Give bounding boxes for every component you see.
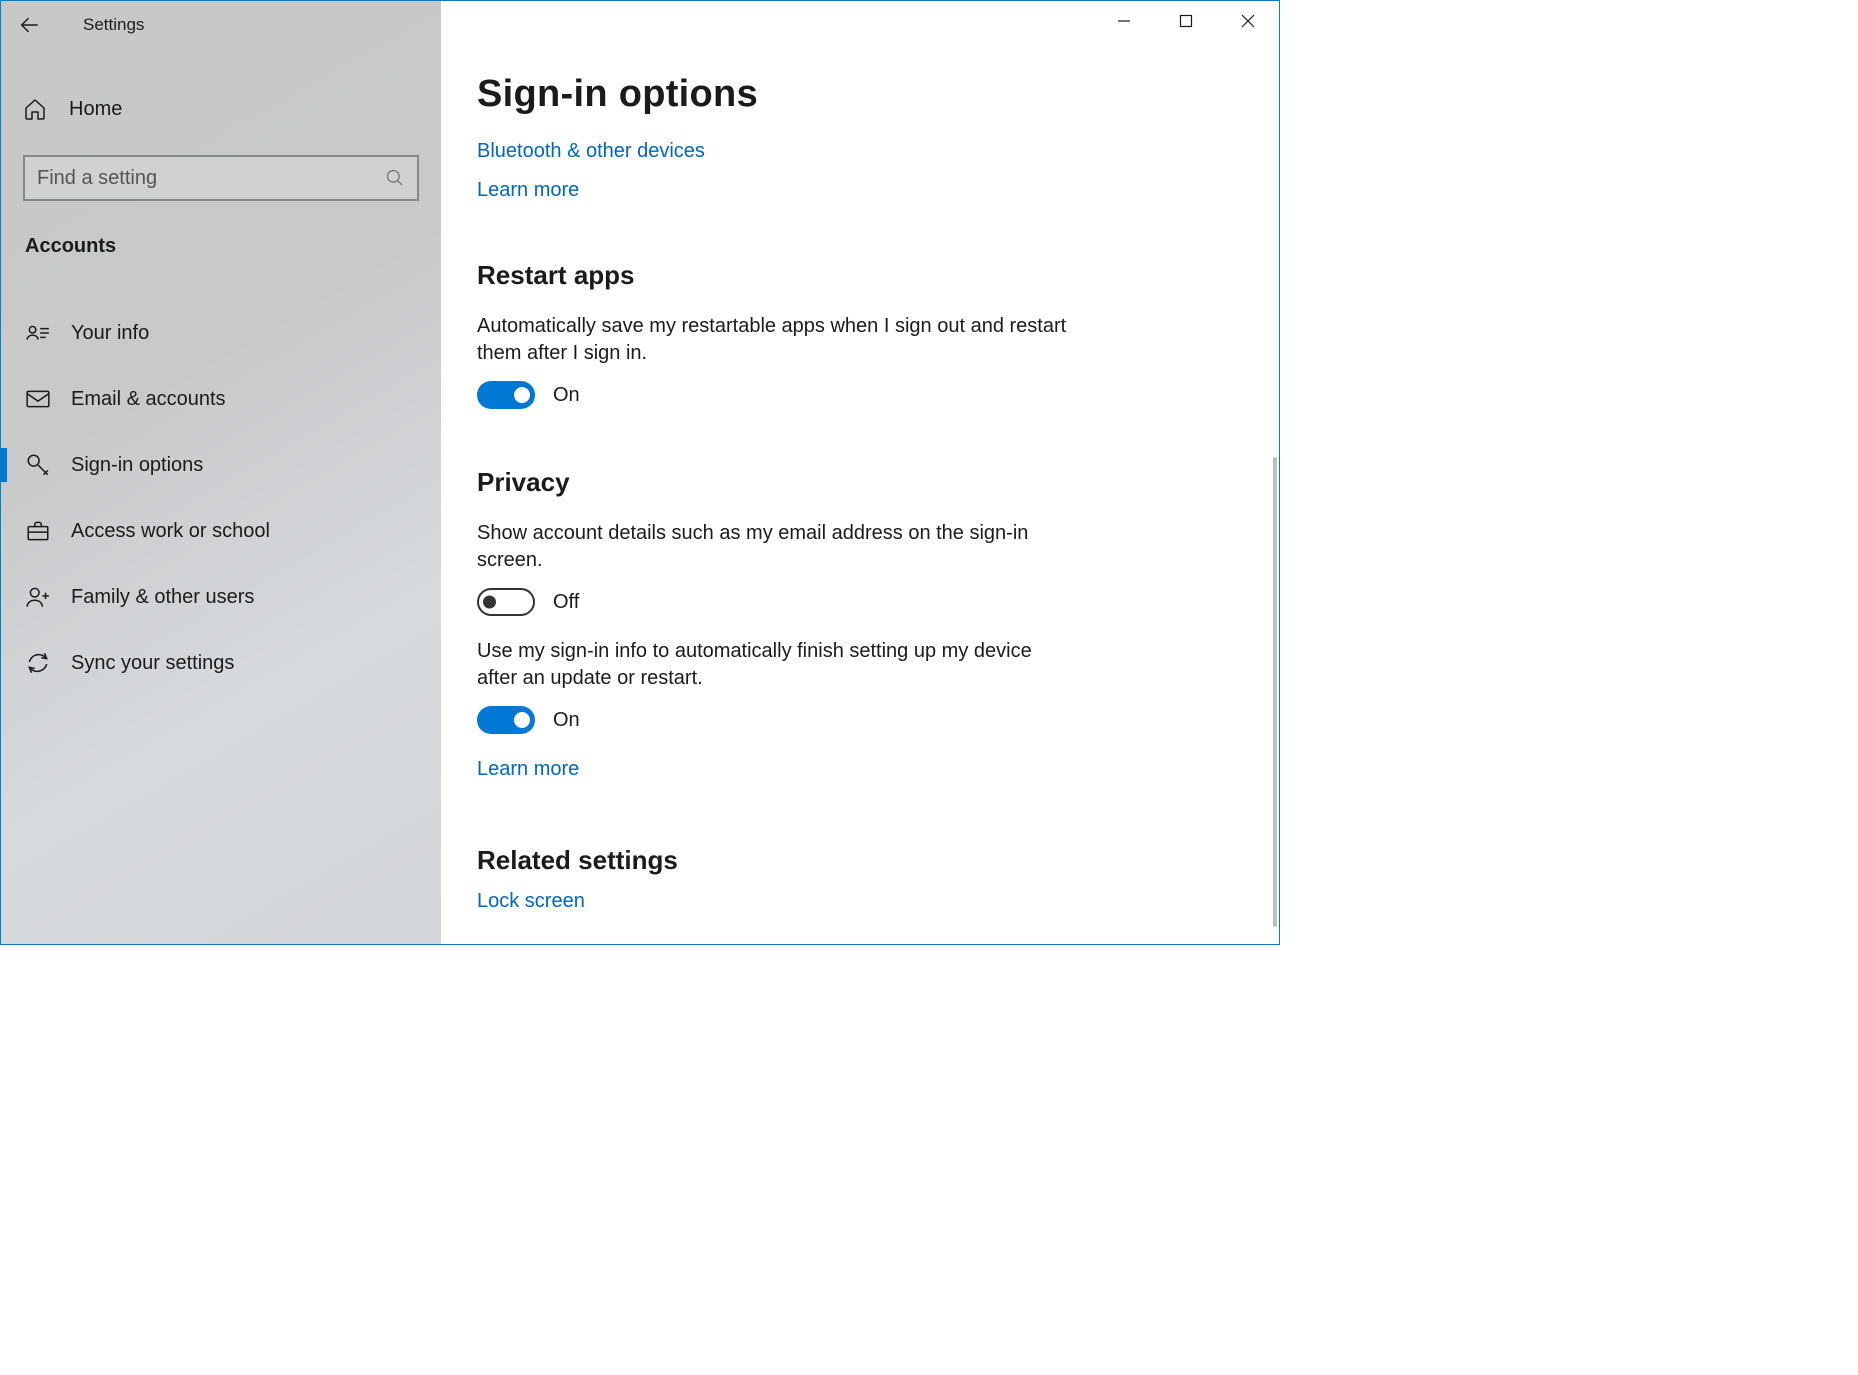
link-learn-more-top[interactable]: Learn more	[477, 179, 579, 202]
scrollbar-thumb[interactable]	[1273, 457, 1277, 927]
toggle-knob	[514, 387, 530, 403]
nav-label: Email & accounts	[71, 388, 226, 411]
toggle-finish-setup[interactable]	[477, 706, 535, 734]
sidebar-home[interactable]: Home	[1, 77, 441, 141]
section-privacy: Privacy	[477, 467, 1233, 498]
home-icon	[23, 97, 47, 121]
key-icon	[25, 452, 51, 478]
toggle-row-restart-apps: On	[477, 381, 1233, 409]
nav-label: Sync your settings	[71, 652, 234, 675]
toggle-row-finish-setup: On	[477, 706, 1233, 734]
settings-window: Settings Home Find a setting Accounts	[0, 0, 1280, 945]
privacy-desc-2: Use my sign-in info to automatically fin…	[477, 638, 1077, 692]
nav-label: Access work or school	[71, 520, 270, 543]
home-label: Home	[69, 98, 122, 121]
privacy-desc-1: Show account details such as my email ad…	[477, 520, 1077, 574]
sidebar-item-access-work-school[interactable]: Access work or school	[1, 498, 441, 564]
sidebar: Settings Home Find a setting Accounts	[1, 1, 441, 944]
search-input[interactable]: Find a setting	[23, 155, 419, 201]
titlebar-left: Settings	[1, 1, 441, 49]
nav-label: Family & other users	[71, 586, 254, 609]
sidebar-category: Accounts	[25, 235, 441, 258]
app-title: Settings	[83, 15, 144, 35]
nav-label: Sign-in options	[71, 454, 203, 477]
section-restart-apps: Restart apps	[477, 260, 1233, 291]
people-add-icon	[25, 584, 51, 610]
person-card-icon	[25, 320, 51, 346]
toggle-state-label: Off	[553, 591, 579, 614]
sidebar-item-your-info[interactable]: Your info	[1, 300, 441, 366]
page-title: Sign-in options	[477, 73, 1233, 116]
toggle-state-label: On	[553, 709, 580, 732]
search-icon	[385, 168, 405, 188]
mail-icon	[25, 386, 51, 412]
sidebar-item-sync-settings[interactable]: Sync your settings	[1, 630, 441, 696]
search-placeholder: Find a setting	[37, 167, 385, 190]
toggle-knob	[514, 712, 530, 728]
section-related-settings: Related settings	[477, 845, 1233, 876]
back-arrow-icon	[18, 14, 40, 36]
sidebar-item-email-accounts[interactable]: Email & accounts	[1, 366, 441, 432]
sidebar-item-family-users[interactable]: Family & other users	[1, 564, 441, 630]
link-lock-screen[interactable]: Lock screen	[477, 890, 585, 913]
toggle-knob	[483, 596, 496, 609]
link-bluetooth-devices[interactable]: Bluetooth & other devices	[477, 140, 705, 163]
nav-label: Your info	[71, 322, 149, 345]
toggle-row-show-account-details: Off	[477, 588, 1233, 616]
sync-icon	[25, 650, 51, 676]
link-learn-more-privacy[interactable]: Learn more	[477, 758, 579, 781]
briefcase-icon	[25, 518, 51, 544]
content-area: Sign-in options Bluetooth & other device…	[441, 1, 1279, 944]
toggle-state-label: On	[553, 384, 580, 407]
toggle-restart-apps[interactable]	[477, 381, 535, 409]
sidebar-item-sign-in-options[interactable]: Sign-in options	[1, 432, 441, 498]
search-container: Find a setting	[23, 155, 419, 201]
toggle-show-account-details[interactable]	[477, 588, 535, 616]
restart-apps-description: Automatically save my restartable apps w…	[477, 313, 1077, 367]
back-button[interactable]	[1, 1, 57, 49]
sidebar-nav: Your info Email & accounts Sign-in optio…	[1, 300, 441, 696]
scrollable-content[interactable]: Sign-in options Bluetooth & other device…	[441, 1, 1269, 944]
